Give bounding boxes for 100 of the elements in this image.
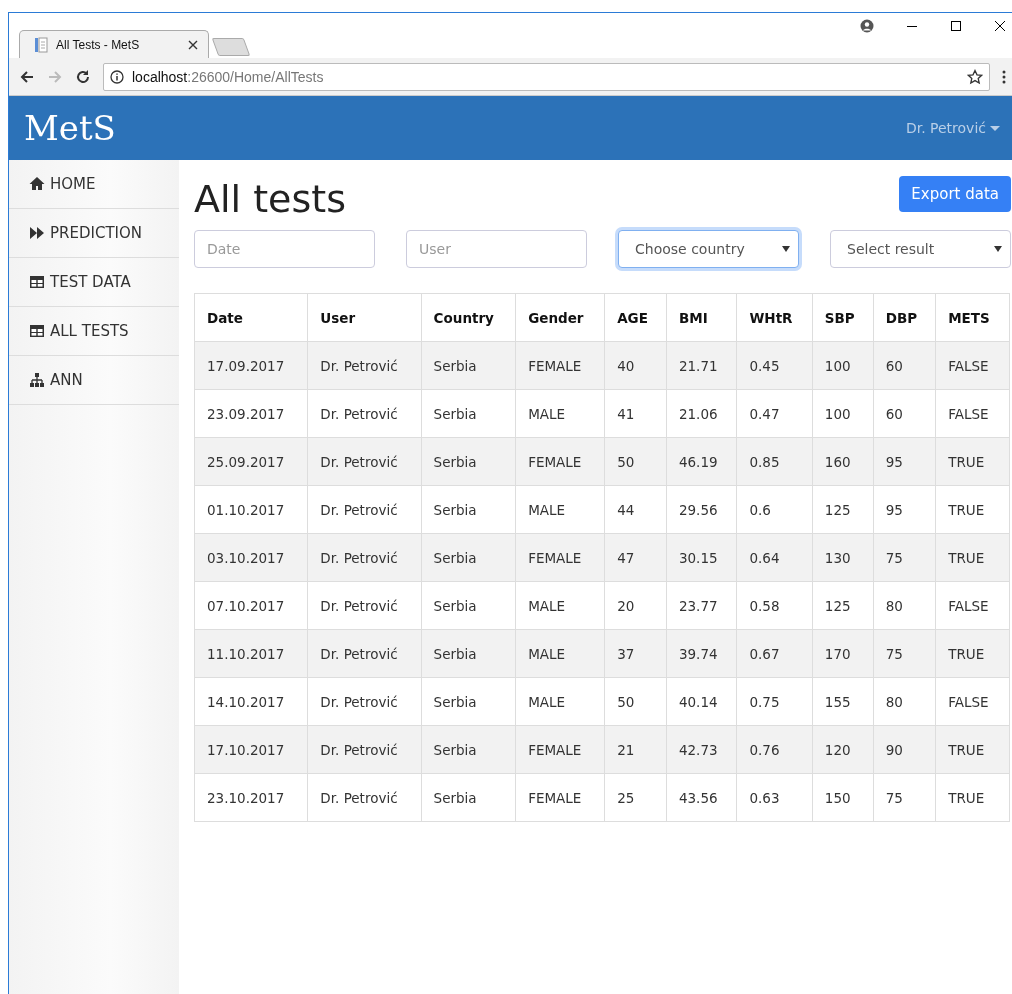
table-cell: 60 [873, 341, 936, 390]
table-cell: 40.14 [666, 677, 737, 726]
nav-label[interactable]: TEST DATA [50, 273, 131, 291]
nav-label[interactable]: HOME [50, 175, 96, 193]
column-header: BMI [666, 293, 737, 342]
home-icon [29, 176, 45, 192]
column-header: METS [935, 293, 1010, 342]
table-cell: Dr. Petrović [307, 725, 422, 774]
table-cell: 21.06 [666, 389, 737, 438]
filter-input-field[interactable]: User [406, 230, 587, 268]
table-cell: 50 [604, 677, 667, 726]
table-cell: 03.10.2017 [194, 533, 308, 582]
nav-label[interactable]: ALL TESTS [50, 322, 129, 340]
caret-icon [990, 126, 1000, 132]
table-cell: 125 [812, 581, 874, 630]
table-cell: 23.77 [666, 581, 737, 630]
table-cell: Serbia [421, 437, 516, 486]
table-cell: Dr. Petrović [307, 533, 422, 582]
table-cell: Dr. Petrović [307, 485, 422, 534]
table-cell: TRUE [935, 725, 1010, 774]
table-cell: Dr. Petrović [307, 629, 422, 678]
table-cell: 50 [604, 437, 667, 486]
browser-tab[interactable]: All Tests - MetS [19, 30, 209, 58]
table-cell: TRUE [935, 485, 1010, 534]
table-cell: 17.10.2017 [194, 725, 308, 774]
table-cell: 120 [812, 725, 874, 774]
table-cell: 29.56 [666, 485, 737, 534]
url-host: localhost [132, 68, 188, 85]
reload-icon[interactable] [75, 68, 91, 85]
table-cell: FALSE [935, 389, 1010, 438]
filter-dropdown[interactable]: Select result [830, 230, 1011, 268]
table-cell: Serbia [421, 533, 516, 582]
table-cell: 75 [873, 629, 936, 678]
export-button[interactable]: Export data [899, 176, 1011, 212]
table-cell: FEMALE [515, 725, 605, 774]
url-path: :26600/Home/AllTests [187, 68, 324, 85]
page-title: All tests [194, 177, 346, 221]
table-cell: Dr. Petrović [307, 677, 422, 726]
table-cell: 41 [604, 389, 667, 438]
table-cell: 0.85 [736, 437, 813, 486]
table-cell: 0.47 [736, 389, 813, 438]
document-icon [34, 36, 48, 53]
sidebar-item[interactable]: ANN [9, 356, 179, 405]
table-cell: 14.10.2017 [194, 677, 308, 726]
table-cell: 130 [812, 533, 874, 582]
table-cell: 160 [812, 437, 874, 486]
table-cell: 0.45 [736, 341, 813, 390]
table-cell: Serbia [421, 725, 516, 774]
star-icon[interactable] [967, 68, 983, 85]
table-cell: Dr. Petrović [307, 581, 422, 630]
table-icon [29, 274, 45, 290]
brand-logo[interactable]: MetS [24, 108, 116, 148]
table-cell: 25 [604, 773, 667, 822]
table-cell: 100 [812, 341, 874, 390]
caret-icon [782, 246, 790, 252]
table-cell: FEMALE [515, 437, 605, 486]
sidebar-item[interactable]: PREDICTION [9, 209, 179, 258]
table-cell: FEMALE [515, 341, 605, 390]
sidebar-item[interactable]: ALL TESTS [9, 307, 179, 356]
table-cell: 0.67 [736, 629, 813, 678]
table-cell: TRUE [935, 533, 1010, 582]
table-icon [29, 323, 45, 339]
filter-input-field[interactable]: Date [194, 230, 375, 268]
table-cell: 39.74 [666, 629, 737, 678]
table-cell: 07.10.2017 [194, 581, 308, 630]
back-arrow-icon[interactable] [19, 68, 35, 85]
table-cell: 75 [873, 773, 936, 822]
sidebar-item[interactable]: HOME [9, 160, 179, 209]
table-cell: 30.15 [666, 533, 737, 582]
table-cell: 23.10.2017 [194, 773, 308, 822]
table-cell: Serbia [421, 389, 516, 438]
table-cell: 47 [604, 533, 667, 582]
table-cell: FALSE [935, 677, 1010, 726]
table-cell: TRUE [935, 629, 1010, 678]
table-cell: FEMALE [515, 533, 605, 582]
table-cell: Dr. Petrović [307, 341, 422, 390]
table-cell: Dr. Petrović [307, 389, 422, 438]
table-cell: 0.6 [736, 485, 813, 534]
tab-title: All Tests - MetS [56, 37, 141, 52]
sidebar-item[interactable]: TEST DATA [9, 258, 179, 307]
table-cell: MALE [515, 389, 605, 438]
nav-label[interactable]: ANN [50, 371, 83, 389]
hierarchy-icon [29, 372, 45, 388]
table-cell: TRUE [935, 773, 1010, 822]
profile-icon[interactable] [860, 19, 874, 33]
table-cell: Serbia [421, 485, 516, 534]
address-field[interactable]: localhost:26600/Home/AllTests [103, 62, 990, 91]
close-icon[interactable] [994, 20, 1006, 32]
table-cell: FALSE [935, 581, 1010, 630]
table-cell: 01.10.2017 [194, 485, 308, 534]
maximize-icon[interactable] [950, 20, 962, 32]
table-cell: 0.64 [736, 533, 813, 582]
table-cell: 150 [812, 773, 874, 822]
fast-forward-icon [29, 225, 45, 241]
filter-dropdown[interactable]: Choose country [618, 230, 799, 268]
menu-icon[interactable] [1002, 68, 1006, 85]
close-icon[interactable] [188, 39, 198, 50]
table-cell: Serbia [421, 581, 516, 630]
table-cell: 46.19 [666, 437, 737, 486]
nav-label[interactable]: PREDICTION [50, 224, 142, 242]
